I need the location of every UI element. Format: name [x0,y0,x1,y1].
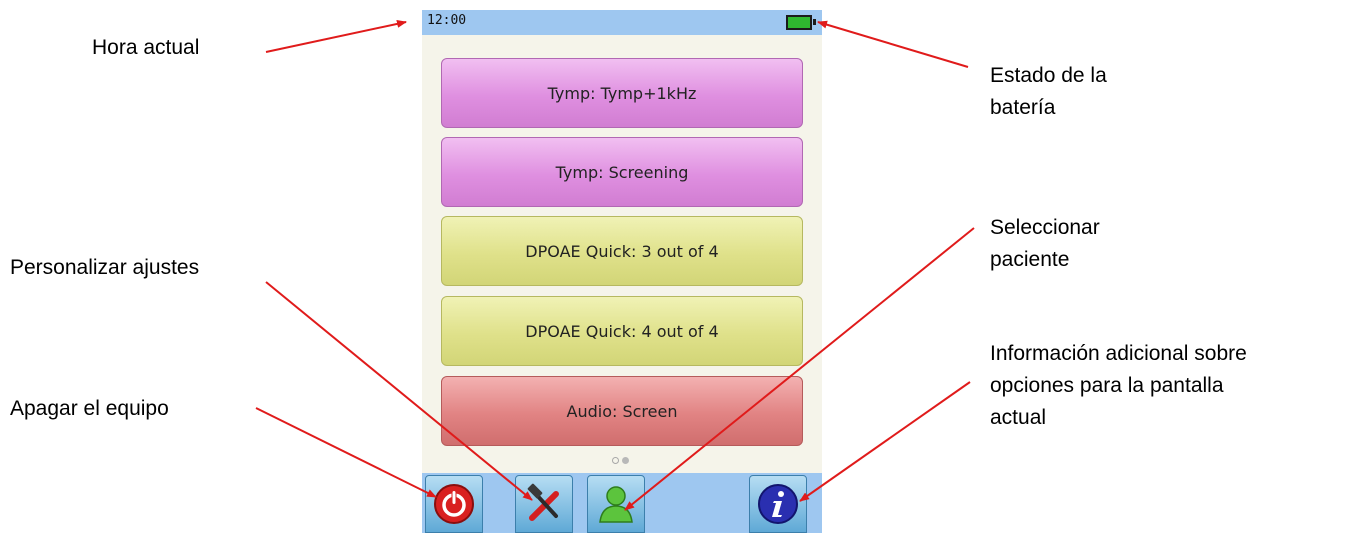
clock: 12:00 [427,13,467,28]
test-button-label: DPOAE Quick: 4 out of 4 [525,321,719,341]
callout-extra-info: Información adicional sobre opciones par… [990,338,1247,434]
settings-tools-button[interactable] [515,475,573,533]
test-button-audio-screen[interactable]: Audio: Screen [441,376,803,446]
page-dot-1[interactable] [612,457,619,464]
callout-select-patient-line2: paciente [990,248,1070,271]
tools-icon [527,483,559,521]
power-icon [434,484,474,524]
callout-customize-settings: Personalizar ajustes [10,256,200,279]
callout-battery-state-line1: Estado de la [990,64,1107,87]
test-button-label: Tymp: Tymp+1kHz [547,83,697,103]
test-button-tymp-1khz[interactable]: Tymp: Tymp+1kHz [441,58,803,128]
test-button-label: Tymp: Screening [555,162,689,182]
info-icon [758,484,798,524]
callout-battery-state: Estado de la batería [990,60,1107,124]
select-patient-button[interactable] [587,475,645,533]
patient-icon [599,486,633,523]
bottom-toolbar [422,473,822,533]
arrow-current-time [265,19,407,53]
test-button-label: Audio: Screen [566,401,678,421]
test-button-label: DPOAE Quick: 3 out of 4 [525,241,719,261]
test-button-dpoae-3of4[interactable]: DPOAE Quick: 3 out of 4 [441,216,803,286]
callout-extra-info-line2: opciones para la pantalla [990,374,1224,397]
test-button-dpoae-4of4[interactable]: DPOAE Quick: 4 out of 4 [441,296,803,366]
info-button[interactable] [749,475,807,533]
test-button-tymp-screening[interactable]: Tymp: Screening [441,137,803,207]
arrow-extra-info [799,381,971,502]
callout-select-patient-line1: Seleccionar [990,216,1100,239]
callout-power-off: Apagar el equipo [10,397,169,420]
callout-current-time: Hora actual [92,36,200,59]
callout-extra-info-line1: Información adicional sobre [990,342,1247,365]
battery-icon [786,15,816,30]
page-indicator [612,457,629,464]
status-bar: 12:00 [422,10,822,35]
arrow-power-off [255,407,437,498]
arrow-battery-state [817,20,969,68]
callout-battery-state-line2: batería [990,96,1056,119]
callout-extra-info-line3: actual [990,406,1047,429]
device-screen: 12:00 Tymp: Tymp+1kHz Tymp: Screening DP… [422,10,822,533]
callout-select-patient: Seleccionar paciente [990,212,1100,276]
power-button[interactable] [425,475,483,533]
page-dot-2[interactable] [622,457,629,464]
